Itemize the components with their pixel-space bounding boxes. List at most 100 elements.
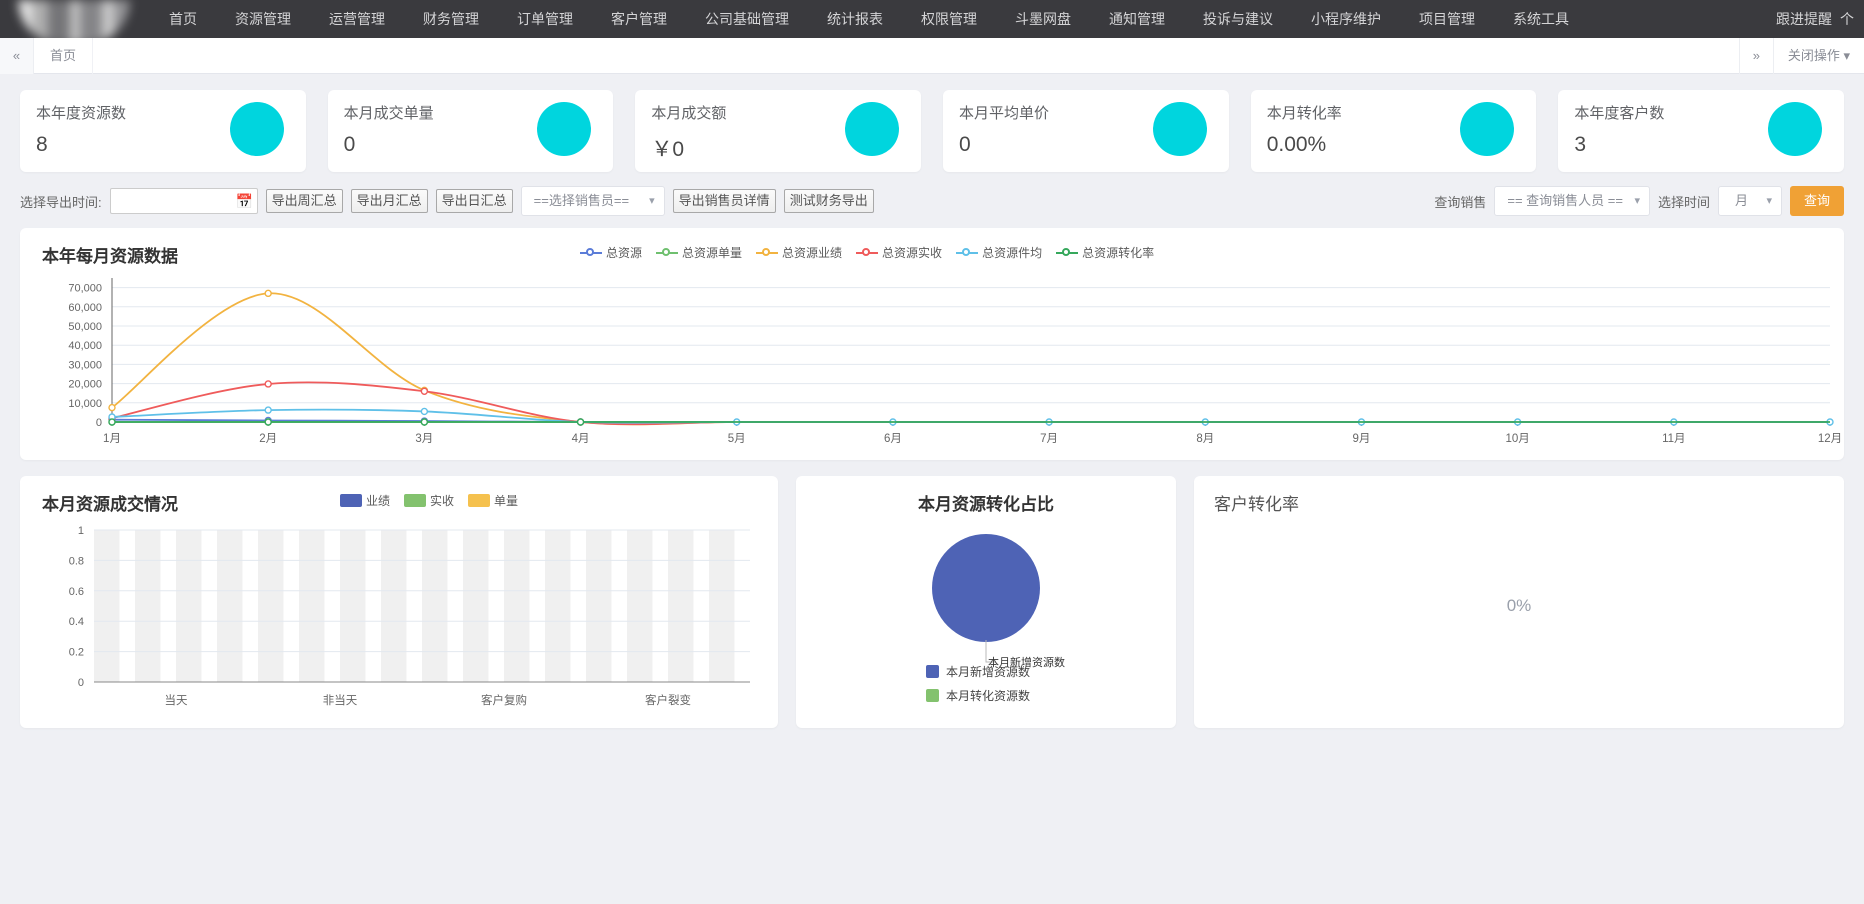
kpi-circle-icon <box>1153 102 1207 156</box>
legend-item-total-order-count[interactable]: 总资源单量 <box>656 244 742 261</box>
nav-menu: 首页 资源管理 运营管理 财务管理 订单管理 客户管理 公司基础管理 统计报表 … <box>150 0 1776 38</box>
legend-item-total-performance[interactable]: 总资源业绩 <box>756 244 842 261</box>
nav-item-permission[interactable]: 权限管理 <box>902 0 996 38</box>
chart-background-band <box>586 530 611 682</box>
kpi-card-month-orders[interactable]: 本月成交单量 0 <box>328 90 614 172</box>
calendar-icon[interactable]: 📅 <box>236 193 252 209</box>
legend-label: 本月转化资源数 <box>946 687 1030 704</box>
y-axis-tick-label: 0.8 <box>69 555 84 567</box>
salesman-select[interactable]: ==选择销售员== ▾ <box>521 186 665 216</box>
chart-background-band <box>340 530 365 682</box>
legend-item-order-count[interactable]: 单量 <box>468 492 518 509</box>
main-chart-legend: 总资源 总资源单量 总资源业绩 总资源实收 <box>580 244 1154 261</box>
legend-label: 实收 <box>430 492 454 509</box>
conversion-rate-value: 0% <box>1194 596 1844 616</box>
follow-up-reminder-unit: 个 <box>1840 9 1854 29</box>
kpi-card-month-amount[interactable]: 本月成交额 ￥0 <box>635 90 921 172</box>
chevron-down-icon: ▾ <box>1766 187 1772 215</box>
nav-item-project[interactable]: 项目管理 <box>1400 0 1494 38</box>
nav-item-resource[interactable]: 资源管理 <box>216 0 310 38</box>
kpi-card-month-conversion[interactable]: 本月转化率 0.00% <box>1251 90 1537 172</box>
kpi-card-month-avg-price[interactable]: 本月平均单价 0 <box>943 90 1229 172</box>
kpi-circle-icon <box>1460 102 1514 156</box>
chart-background-band <box>94 530 119 682</box>
pie-slice-new-resources[interactable] <box>932 534 1040 642</box>
nav-item-order[interactable]: 订单管理 <box>498 0 592 38</box>
brand-logo[interactable] <box>0 0 150 38</box>
test-finance-export-button[interactable]: 测试财务导出 <box>784 189 874 213</box>
y-axis-tick-label: 0.2 <box>69 647 84 659</box>
x-axis-tick-label: 客户复购 <box>481 693 527 707</box>
select-time-label: 选择时间 <box>1658 192 1710 211</box>
legend-label: 单量 <box>494 492 518 509</box>
series-point <box>578 419 584 425</box>
breadcrumb-bar: « 首页 » 关闭操作 ▾ <box>0 38 1864 74</box>
legend-item-converted-resources[interactable]: 本月转化资源数 <box>926 687 1030 704</box>
chart-background-band <box>381 530 406 682</box>
chevron-down-icon: ▾ <box>1634 187 1640 215</box>
x-axis-tick-label: 3月 <box>415 433 433 445</box>
x-axis-tick-label: 客户裂变 <box>645 693 691 707</box>
y-axis-tick-label: 0 <box>96 417 102 429</box>
follow-up-reminder-link[interactable]: 跟进提醒 <box>1776 9 1832 29</box>
export-month-summary-button[interactable]: 导出月汇总 <box>351 189 428 213</box>
legend-label: 总资源转化率 <box>1082 244 1154 261</box>
nav-item-operation[interactable]: 运营管理 <box>310 0 404 38</box>
chart-background-band <box>463 530 488 682</box>
breadcrumb-item-home[interactable]: 首页 <box>34 38 93 74</box>
chart-background-band <box>258 530 283 682</box>
legend-marker-line-icon <box>856 248 878 258</box>
export-toolbar: 选择导出时间: 📅 导出周汇总 导出月汇总 导出日汇总 ==选择销售员== ▾ … <box>0 172 1864 228</box>
chevron-down-icon: ▾ <box>649 187 655 215</box>
legend-item-new-resources[interactable]: 本月新增资源数 <box>926 663 1030 680</box>
y-axis-tick-label: 60,000 <box>68 302 102 314</box>
kpi-card-year-customers[interactable]: 本年度客户数 3 <box>1558 90 1844 172</box>
nav-item-netdisk[interactable]: 斗墨网盘 <box>996 0 1090 38</box>
legend-item-total-avg-per-item[interactable]: 总资源件均 <box>956 244 1042 261</box>
kpi-circle-icon <box>230 102 284 156</box>
chart-background-band <box>422 530 447 682</box>
salesman-select-value: ==选择销售员== <box>534 193 629 208</box>
nav-item-customer[interactable]: 客户管理 <box>592 0 686 38</box>
kpi-card-year-resources[interactable]: 本年度资源数 8 <box>20 90 306 172</box>
kpi-circle-icon <box>537 102 591 156</box>
series-point <box>265 407 271 413</box>
nav-item-complaint[interactable]: 投诉与建议 <box>1184 0 1292 38</box>
query-sales-label: 查询销售 <box>1434 192 1486 211</box>
export-week-summary-button[interactable]: 导出周汇总 <box>266 189 343 213</box>
close-operations-dropdown[interactable]: 关闭操作 ▾ <box>1773 38 1864 74</box>
nav-item-statistics[interactable]: 统计报表 <box>808 0 902 38</box>
kpi-circle-icon <box>845 102 899 156</box>
export-salesman-detail-button[interactable]: 导出销售员详情 <box>673 189 776 213</box>
y-axis-tick-label: 0.6 <box>69 586 84 598</box>
collapse-sidebar-icon[interactable]: « <box>0 38 34 74</box>
nav-item-miniprogram[interactable]: 小程序维护 <box>1292 0 1400 38</box>
nav-item-company-basic[interactable]: 公司基础管理 <box>686 0 808 38</box>
nav-item-home[interactable]: 首页 <box>150 0 216 38</box>
legend-label: 本月新增资源数 <box>946 663 1030 680</box>
export-date-input[interactable]: 📅 <box>110 188 258 214</box>
x-axis-tick-label: 当天 <box>165 693 188 707</box>
legend-marker-line-icon <box>580 248 602 258</box>
pie-chart-legend: 本月新增资源数 本月转化资源数 <box>926 656 1030 704</box>
legend-item-total-resource[interactable]: 总资源 <box>580 244 642 261</box>
legend-item-total-received[interactable]: 总资源实收 <box>856 244 942 261</box>
legend-item-total-conversion-rate[interactable]: 总资源转化率 <box>1056 244 1154 261</box>
legend-marker-line-icon <box>1056 248 1078 258</box>
query-button[interactable]: 查询 <box>1790 186 1844 216</box>
legend-label: 总资源实收 <box>882 244 942 261</box>
legend-item-actual-received[interactable]: 实收 <box>404 492 454 509</box>
x-axis-tick-label: 11月 <box>1662 433 1685 445</box>
legend-item-performance[interactable]: 业绩 <box>340 492 390 509</box>
scroll-forward-icon[interactable]: » <box>1739 38 1773 74</box>
nav-item-finance[interactable]: 财务管理 <box>404 0 498 38</box>
nav-item-system-tools[interactable]: 系统工具 <box>1494 0 1588 38</box>
export-day-summary-button[interactable]: 导出日汇总 <box>436 189 513 213</box>
kpi-card-row: 本年度资源数 8 本月成交单量 0 本月成交额 ￥0 本月平均单价 0 本月转化… <box>0 74 1864 172</box>
x-axis-tick-label: 5月 <box>728 433 746 445</box>
nav-item-notification[interactable]: 通知管理 <box>1090 0 1184 38</box>
y-axis-tick-label: 40,000 <box>68 340 102 352</box>
query-salesperson-select[interactable]: == 查询销售人员 == ▾ <box>1494 186 1650 216</box>
time-unit-select[interactable]: 月 ▾ <box>1718 186 1782 216</box>
chart-background-band <box>299 530 324 682</box>
